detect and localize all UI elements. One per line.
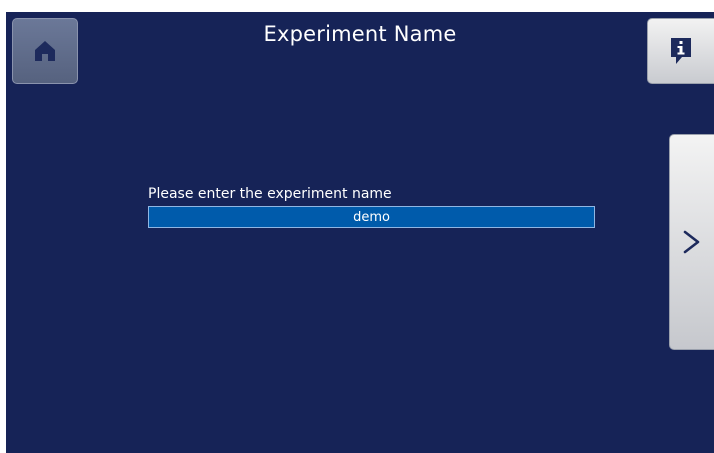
page-title: Experiment Name <box>263 22 457 46</box>
info-icon <box>671 38 691 64</box>
experiment-name-screen: Experiment Name Please enter the experim… <box>6 12 714 453</box>
info-button[interactable] <box>647 18 714 84</box>
next-button[interactable]: > <box>669 134 714 350</box>
experiment-name-label: Please enter the experiment name <box>148 186 392 202</box>
experiment-name-field[interactable] <box>148 206 595 228</box>
chevron-right-icon: > <box>683 230 700 254</box>
